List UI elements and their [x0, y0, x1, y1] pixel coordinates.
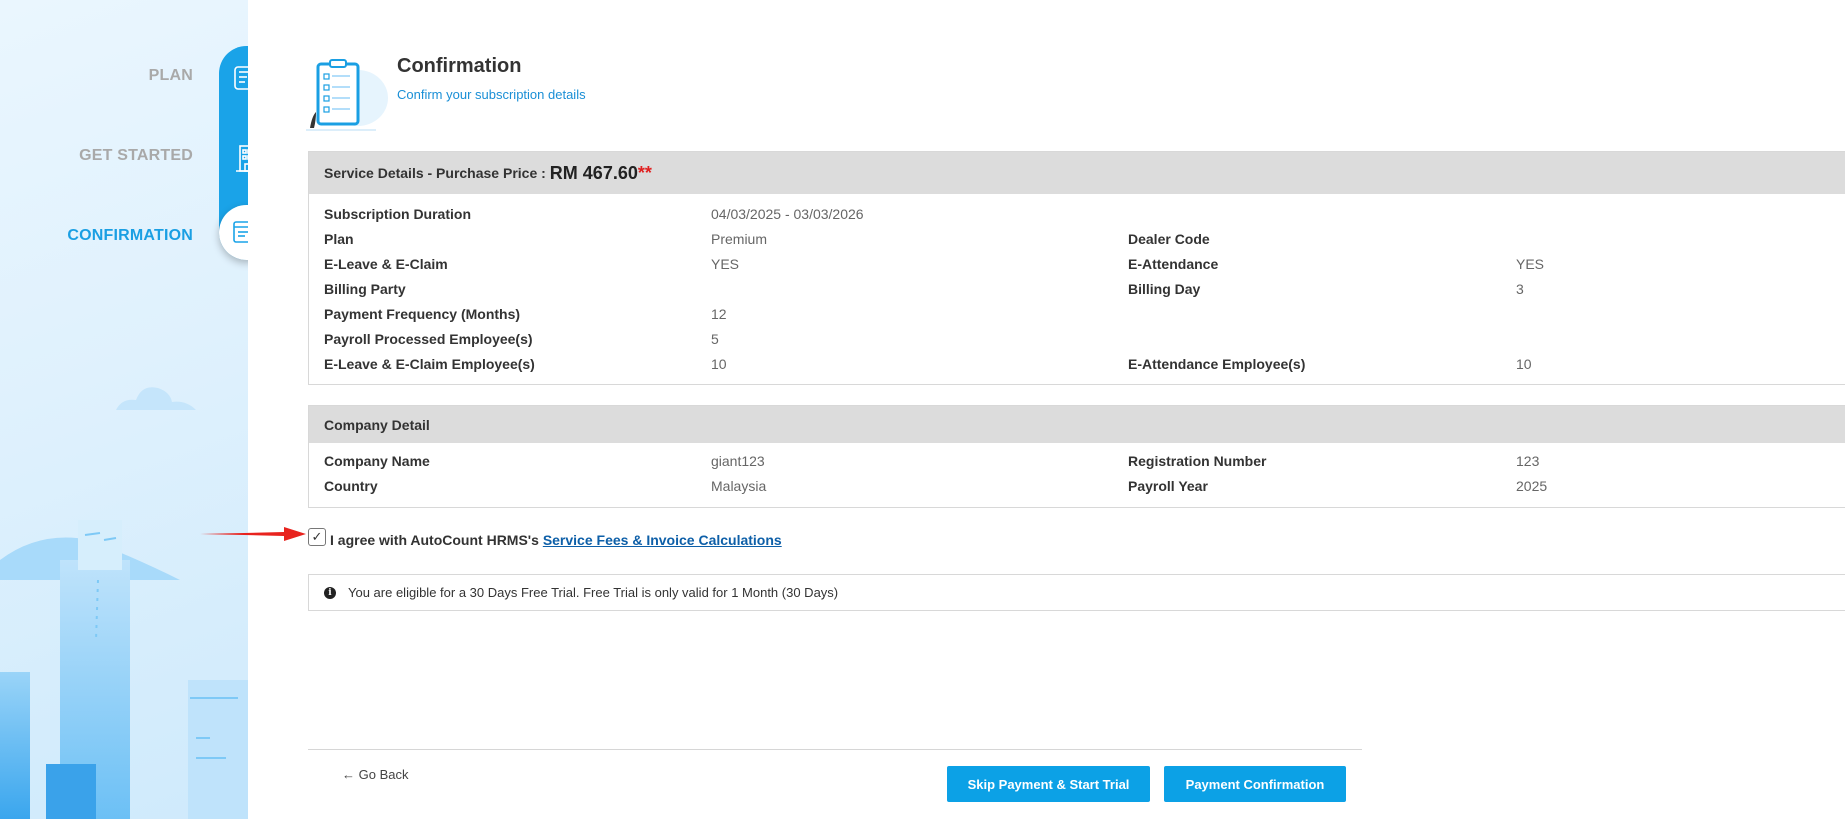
service-details-heading: Service Details - Purchase Price : [324, 165, 546, 181]
detail-label: Payment Frequency (Months) [324, 306, 521, 322]
detail-label: Country [324, 478, 378, 494]
go-back-link[interactable]: ← Go Back [342, 767, 408, 782]
step-label-plan[interactable]: PLAN [13, 67, 193, 85]
detail-value: 12 [711, 306, 727, 322]
detail-value: 3 [1516, 281, 1524, 297]
detail-value: Malaysia [711, 478, 767, 494]
price-asterisks: ** [637, 162, 652, 183]
footer-divider [308, 749, 1362, 750]
detail-row: Billing Party Billing Day 3 [309, 277, 1845, 302]
sidebar-illustration [0, 387, 248, 819]
purchase-price: RM 467.60 [549, 162, 638, 183]
detail-value: YES [1516, 256, 1545, 272]
step-label-confirmation[interactable]: CONFIRMATION [13, 227, 193, 245]
detail-label: E-Leave & E-Claim [324, 256, 448, 272]
detail-row: E-Leave & E-Claim YES E-Attendance YES [309, 252, 1845, 277]
building-icon[interactable] [219, 130, 248, 185]
free-trial-notice: i You are eligible for a 30 Days Free Tr… [308, 574, 1845, 611]
detail-row: Payment Frequency (Months) 12 [309, 302, 1845, 327]
detail-value: Premium [711, 231, 768, 247]
page-title: Confirmation [397, 55, 522, 77]
red-arrow-annotation [200, 527, 306, 541]
detail-label: Company Name [324, 453, 430, 469]
step-label-get-started[interactable]: GET STARTED [13, 147, 193, 165]
detail-value: giant123 [711, 453, 765, 469]
service-details-panel: Service Details - Purchase Price : RM 46… [308, 151, 1845, 385]
detail-label: Payroll Processed Employee(s) [324, 331, 533, 347]
service-details-header: Service Details - Purchase Price : RM 46… [309, 152, 1845, 194]
detail-label: Registration Number [1128, 453, 1267, 469]
detail-value: 04/03/2025 - 03/03/2026 [711, 206, 864, 222]
edit-document-icon[interactable] [219, 50, 248, 105]
detail-value: 2025 [1516, 478, 1548, 494]
check-icon: ✓ [311, 529, 323, 544]
detail-label: Subscription Duration [324, 206, 471, 222]
detail-label: E-Leave & E-Claim Employee(s) [324, 356, 535, 372]
detail-label: Billing Party [324, 281, 406, 297]
page-subtitle: Confirm your subscription details [397, 87, 586, 102]
detail-label: Plan [324, 231, 354, 247]
clipboard-illustration [306, 59, 388, 131]
detail-label: Dealer Code [1128, 231, 1210, 247]
detail-row: E-Leave & E-Claim Employee(s) 10 E-Atten… [309, 352, 1845, 377]
detail-label: Billing Day [1128, 281, 1201, 297]
agree-text: I agree with AutoCount HRMS's [330, 532, 539, 548]
info-icon: i [324, 586, 336, 599]
detail-row: Plan Premium Dealer Code [309, 227, 1845, 252]
payment-confirmation-button[interactable]: Payment Confirmation [1164, 766, 1346, 802]
detail-value: 10 [1516, 356, 1532, 372]
sidebar: PLAN GET STARTED CONFIRMATION [0, 0, 248, 819]
free-trial-text: You are eligible for a 30 Days Free Tria… [348, 585, 839, 600]
detail-row: Payroll Processed Employee(s) 5 [309, 327, 1845, 352]
company-detail-heading: Company Detail [324, 416, 430, 433]
service-fees-link[interactable]: Service Fees & Invoice Calculations [543, 532, 782, 548]
agree-label: I agree with AutoCount HRMS's Service Fe… [330, 532, 782, 548]
detail-label: Payroll Year [1128, 478, 1208, 494]
company-detail-header: Company Detail [309, 406, 1845, 443]
detail-label: E-Attendance Employee(s) [1128, 356, 1306, 372]
detail-row: Company Name giant123 Registration Numbe… [309, 449, 1845, 474]
detail-value: 10 [711, 356, 727, 372]
detail-label: E-Attendance [1128, 256, 1219, 272]
agree-checkbox[interactable]: ✓ [308, 528, 326, 546]
detail-row: Country Malaysia Payroll Year 2025 [309, 474, 1845, 499]
detail-value: 5 [711, 331, 719, 347]
detail-value: YES [711, 256, 740, 272]
detail-row: Subscription Duration 04/03/2025 - 03/03… [309, 202, 1845, 227]
detail-value: 123 [1516, 453, 1540, 469]
skip-payment-button[interactable]: Skip Payment & Start Trial [947, 766, 1150, 802]
company-detail-panel: Company Detail Company Name giant123 Reg… [308, 405, 1845, 508]
